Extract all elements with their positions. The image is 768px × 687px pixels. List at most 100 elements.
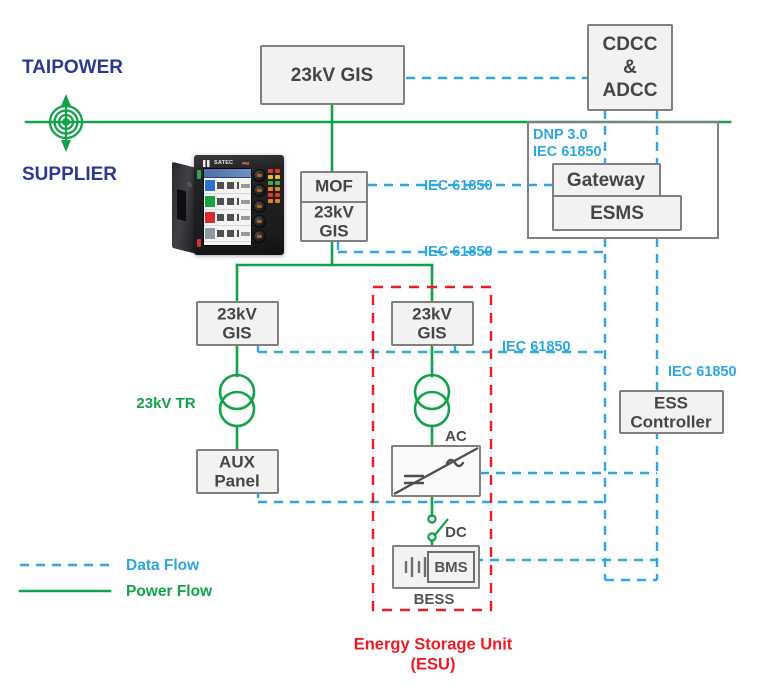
meter-front-body: SATEC PM: [194, 155, 284, 255]
node-gis-main[interactable]: 23kV GIS: [260, 45, 405, 105]
ac-label: AC: [445, 428, 467, 445]
meter-phase-unit: [241, 231, 250, 236]
iec-label-ess-bus: IEC 61850: [502, 339, 571, 355]
node-gateway[interactable]: Gateway: [552, 163, 661, 198]
meter-led-pair: [268, 187, 282, 191]
meter-phase-value: [217, 182, 239, 189]
dc-switch-contact-top: [427, 514, 437, 524]
meter-phase-swatch-blue: [205, 180, 215, 191]
meter-button[interactable]: [253, 214, 266, 228]
node-gis-aux[interactable]: 23kV GIS: [196, 301, 279, 346]
meter-side-port: [177, 189, 186, 222]
meter-phase-swatch-green: [205, 196, 215, 207]
satec-logo-icon: [203, 159, 212, 167]
utility-bottom-label: SUPPLIER: [22, 164, 117, 185]
meter-led-pair: [268, 181, 282, 185]
meter-led-pair: [268, 175, 282, 179]
node-gis-ess-line1: 23kV: [412, 304, 452, 323]
meter-button[interactable]: [253, 184, 266, 198]
meter-phase-swatch-gray: [205, 228, 215, 239]
meter-brand-bar: SATEC PM: [203, 159, 250, 167]
single-line-diagram: 23kV GIS CDCC & ADCC Gateway ESMS MOF 23…: [0, 0, 768, 687]
meter-led-green: [268, 181, 273, 185]
meter-led-red: [275, 193, 280, 197]
meter-button[interactable]: [253, 230, 266, 243]
meter-led-green: [275, 181, 280, 185]
meter-phase-unit: [241, 215, 250, 220]
meter-side-screw: [187, 181, 192, 188]
diagram-canvas: 23kV GIS CDCC & ADCC Gateway ESMS MOF 23…: [18, 24, 737, 673]
meter-display-titlebar: [204, 169, 251, 178]
dc-label: DC: [445, 524, 467, 541]
meter-led-red: [268, 193, 273, 197]
meter-led-pair: [268, 199, 282, 203]
meter-led-pair: [268, 169, 282, 173]
node-esms-label: ESMS: [590, 203, 644, 224]
meter-led-yellow: [268, 175, 273, 179]
meter-phase-value: [217, 214, 239, 221]
meter-button[interactable]: [253, 199, 266, 213]
node-cdcc-adcc[interactable]: CDCC & ADCC: [587, 24, 673, 111]
legend-power-flow-label: Power Flow: [126, 583, 213, 600]
satec-power-meter-device: SATEC PM: [172, 152, 290, 262]
dnp-label-line2: IEC 61850: [533, 144, 602, 160]
node-gis-aux-line1: 23kV: [217, 304, 257, 323]
meter-led-orange: [275, 199, 280, 203]
node-gis-ess-line2: GIS: [417, 323, 446, 342]
node-ess-controller-line2: Controller: [630, 412, 712, 431]
node-bess[interactable]: BMS: [392, 545, 480, 589]
node-cdcc-line3: ADCC: [603, 80, 658, 101]
meter-led-red: [268, 169, 273, 173]
meter-display-row: [204, 178, 251, 194]
node-mof-gis-label-line1: 23kV: [314, 202, 354, 221]
meter-phase-value: [217, 230, 239, 237]
node-ess-controller[interactable]: ESS Controller: [619, 390, 724, 434]
meter-button-column[interactable]: [253, 169, 266, 243]
meter-phase-unit: [241, 183, 250, 188]
meter-led-pair: [268, 193, 282, 197]
meter-status-led-red: [197, 239, 201, 247]
node-gis-ess[interactable]: 23kV GIS: [391, 301, 474, 346]
meter-brand-text: SATEC: [214, 160, 234, 166]
meter-status-led-green: [197, 170, 201, 179]
node-inverter[interactable]: [391, 445, 481, 497]
node-aux-panel-line1: AUX: [219, 452, 256, 471]
node-mof-gis-label-line2: GIS: [319, 221, 348, 240]
dnp-label-line1: DNP 3.0: [533, 127, 588, 143]
node-mof-label: MOF: [315, 176, 353, 195]
node-bms-label: BMS: [434, 559, 467, 576]
meter-button[interactable]: [253, 169, 266, 182]
meter-phase-swatch-red: [205, 212, 215, 223]
iec-label-ess-controller: IEC 61850: [668, 364, 737, 380]
iec-label-mof-upper: IEC 61850: [424, 178, 493, 194]
node-aux-panel[interactable]: AUX Panel: [196, 449, 279, 494]
legend: Data Flow Power Flow: [18, 557, 213, 600]
meter-display-row: [204, 226, 251, 242]
meter-model-badge: PM: [242, 160, 249, 166]
esu-label-line2: (ESU): [411, 655, 456, 673]
esu-label-line1: Energy Storage Unit: [354, 635, 513, 653]
meter-display-screen: [203, 168, 252, 246]
node-gis-main-label: 23kV GIS: [291, 65, 373, 86]
meter-led-column: [268, 169, 282, 243]
node-gis-aux-line2: GIS: [222, 323, 251, 342]
meter-led-yellow: [275, 175, 280, 179]
meter-led-red: [275, 169, 280, 173]
utility-top-label: TAIPOWER: [22, 57, 123, 78]
node-gateway-label: Gateway: [567, 170, 646, 191]
node-esms[interactable]: ESMS: [552, 195, 682, 231]
iec-label-mof-lower: IEC 61850: [424, 244, 493, 260]
node-cdcc-line1: CDCC: [603, 34, 658, 55]
node-mof-gis[interactable]: MOF 23kV GIS: [300, 171, 368, 242]
meter-display-row: [204, 194, 251, 210]
meter-led-orange: [275, 187, 280, 191]
node-cdcc-line2: &: [623, 57, 637, 78]
meter-phase-value: [217, 198, 239, 205]
node-bess-label: BESS: [414, 591, 455, 608]
meter-led-orange: [268, 187, 273, 191]
transformer-label: 23kV TR: [136, 395, 195, 412]
utility-source-icon: [48, 94, 84, 152]
node-ess-controller-line1: ESS: [654, 393, 688, 412]
meter-display-row: [204, 210, 251, 226]
legend-data-flow-label: Data Flow: [126, 557, 200, 574]
